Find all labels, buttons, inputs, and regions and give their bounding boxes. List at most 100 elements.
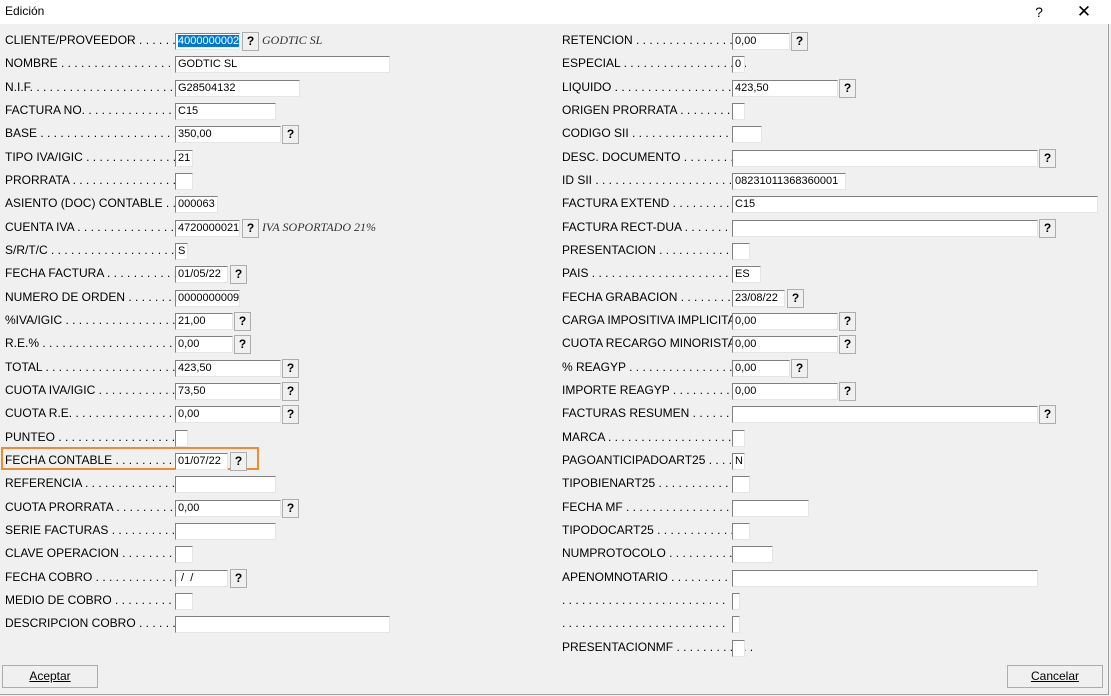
srtc-label: S/R/T/C . . . . . . . . . . . . . . . . … [5,243,175,257]
blank2-field[interactable] [732,616,740,633]
pctiva-field[interactable]: 21,00 [175,313,233,330]
factura-field[interactable]: C15 [175,103,276,120]
accept-button[interactable]: Aceptar [2,665,98,688]
factrect-field[interactable] [732,220,1038,237]
fechacobro-calendar-button[interactable]: ? [230,569,247,588]
reagyp-lookup-button[interactable]: ? [791,359,808,378]
nif-field[interactable]: G28504132 [175,80,300,97]
cuotarecargo-field[interactable]: 0,00 [732,336,838,353]
srtc-field[interactable]: S [175,243,188,260]
referencia-field[interactable] [175,476,276,493]
window-title: Edición [5,4,45,18]
retencion-lookup-button[interactable]: ? [791,32,808,51]
presentacion-label: PRESENTACION . . . . . . . . . . . . . . [562,243,750,257]
pctiva-lookup-button[interactable]: ? [234,312,251,331]
carga-lookup-button[interactable]: ? [839,312,856,331]
referencia-label: REFERENCIA . . . . . . . . . . . . . . . [5,476,182,490]
fechacontable-calendar-button[interactable]: ? [230,452,247,471]
factextend-field[interactable]: C15 [732,196,1098,213]
fechafactura-field[interactable]: 01/05/22 [175,266,228,283]
desccobro-field[interactable] [175,616,390,633]
pais-field[interactable]: ES [732,266,761,283]
tipobien-field[interactable] [732,476,750,493]
importereagyp-lookup-button[interactable]: ? [839,382,856,401]
tipobien-label: TIPOBIENART25 . . . . . . . . . . . . . … [562,476,749,490]
cliente-description: GODTIC SL [262,33,323,47]
codigosii-field[interactable] [732,126,762,143]
re-lookup-button[interactable]: ? [234,335,251,354]
cancel-button[interactable]: Cancelar [1007,665,1103,688]
liquido-lookup-button[interactable]: ? [839,79,856,98]
cuentaiva-field[interactable]: 4720000021 [175,220,240,237]
claveop-label: CLAVE OPERACION . . . . . . . . . . [5,546,186,560]
total-lookup-button[interactable]: ? [282,359,299,378]
factresumen-lookup-button[interactable]: ? [1039,405,1056,424]
cuotaprorrata-field[interactable]: 0,00 [175,500,281,517]
base-field[interactable]: 350,00 [175,126,281,143]
punteo-label: PUNTEO . . . . . . . . . . . . . . . . .… [5,430,182,444]
cuentaiva-lookup-button[interactable]: ? [242,219,259,238]
tipodoc-field[interactable] [732,523,750,540]
numprot-label: NUMPROTOCOLO . . . . . . . . . . . . . [562,546,753,560]
tipoiva-field[interactable]: 21 [175,150,193,167]
fechagrab-field[interactable]: 23/08/22 [732,290,785,307]
numprot-field[interactable] [732,546,773,563]
cuotaprorrata-lookup-button[interactable]: ? [282,499,299,518]
retencion-label: RETENCION . . . . . . . . . . . . . . . … [562,33,753,47]
close-button[interactable]: ✕ [1070,2,1098,22]
total-field[interactable]: 423,50 [175,360,281,377]
asiento-field[interactable]: 000063 [175,196,218,213]
presmf-field[interactable] [732,640,745,657]
fechacobro-field[interactable]: / / [175,570,228,587]
cliente-lookup-button[interactable]: ? [242,32,259,51]
cuotarecargo-lookup-button[interactable]: ? [839,335,856,354]
descdoc-field[interactable] [732,150,1038,167]
fechacontable-field[interactable]: 01/07/22 [175,453,228,470]
fechafactura-calendar-button[interactable]: ? [230,265,247,284]
fechamf-field[interactable] [732,500,809,517]
fechafactura-label: FECHA FACTURA . . . . . . . . . . . . . [5,266,191,280]
fechagrab-label: FECHA GRABACION . . . . . . . . . . . [562,290,751,304]
especial-field[interactable]: 0 [732,56,745,73]
marca-field[interactable] [732,430,745,447]
cuotaprorrata-label: CUOTA PRORRATA . . . . . . . . . . . [5,500,187,514]
help-button[interactable]: ? [1025,2,1053,22]
factrect-lookup-button[interactable]: ? [1039,219,1056,238]
fechacobro-label: FECHA COBRO . . . . . . . . . . . . . . [5,570,186,584]
mediocobro-field[interactable] [175,593,193,610]
factura-label: FACTURA NO. . . . . . . . . . . . . . . … [5,103,186,117]
cuotare-lookup-button[interactable]: ? [282,405,299,424]
blank1-field[interactable] [732,593,740,610]
factresumen-field[interactable] [732,406,1038,423]
pago-field[interactable]: N [732,453,745,470]
claveop-field[interactable] [175,546,193,563]
re-field[interactable]: 0,00 [175,336,233,353]
liquido-field[interactable]: 423,50 [732,80,838,97]
reagyp-field[interactable]: 0,00 [732,360,790,377]
cuotaiva-field[interactable]: 73,50 [175,383,281,400]
presentacion-field[interactable] [732,243,750,260]
importereagyp-field[interactable]: 0,00 [732,383,838,400]
idsii-field[interactable]: 08231011368360001 [732,173,846,190]
seriefacturas-field[interactable] [175,523,276,540]
cliente-field[interactable]: 4000000002 [175,33,240,50]
accept-label: Aceptar [29,669,71,683]
retencion-field[interactable]: 0,00 [732,33,790,50]
cuotare-label: CUOTA R.E. . . . . . . . . . . . . . . .… [5,406,179,420]
apenom-label: APENOMNOTARIO . . . . . . . . . . . . [562,570,748,584]
punteo-field[interactable] [175,430,188,447]
total-label: TOTAL . . . . . . . . . . . . . . . . . … [5,360,176,374]
fechagrab-calendar-button[interactable]: ? [787,289,804,308]
fechamf-label: FECHA MF . . . . . . . . . . . . . . . .… [562,500,737,514]
origen-field[interactable] [732,103,745,120]
cuotaiva-lookup-button[interactable]: ? [282,382,299,401]
prorrata-field[interactable] [175,173,193,190]
nombre-field[interactable]: GODTIC SL [175,56,390,73]
fechacontable-label: FECHA CONTABLE . . . . . . . . . . . . [5,453,193,467]
cuotare-field[interactable]: 0,00 [175,406,281,423]
apenom-field[interactable] [732,570,1038,587]
numorden-field[interactable]: 0000000009 [175,290,240,307]
carga-field[interactable]: 0,00 [732,313,838,330]
base-lookup-button[interactable]: ? [282,125,299,144]
descdoc-lookup-button[interactable]: ? [1039,149,1056,168]
